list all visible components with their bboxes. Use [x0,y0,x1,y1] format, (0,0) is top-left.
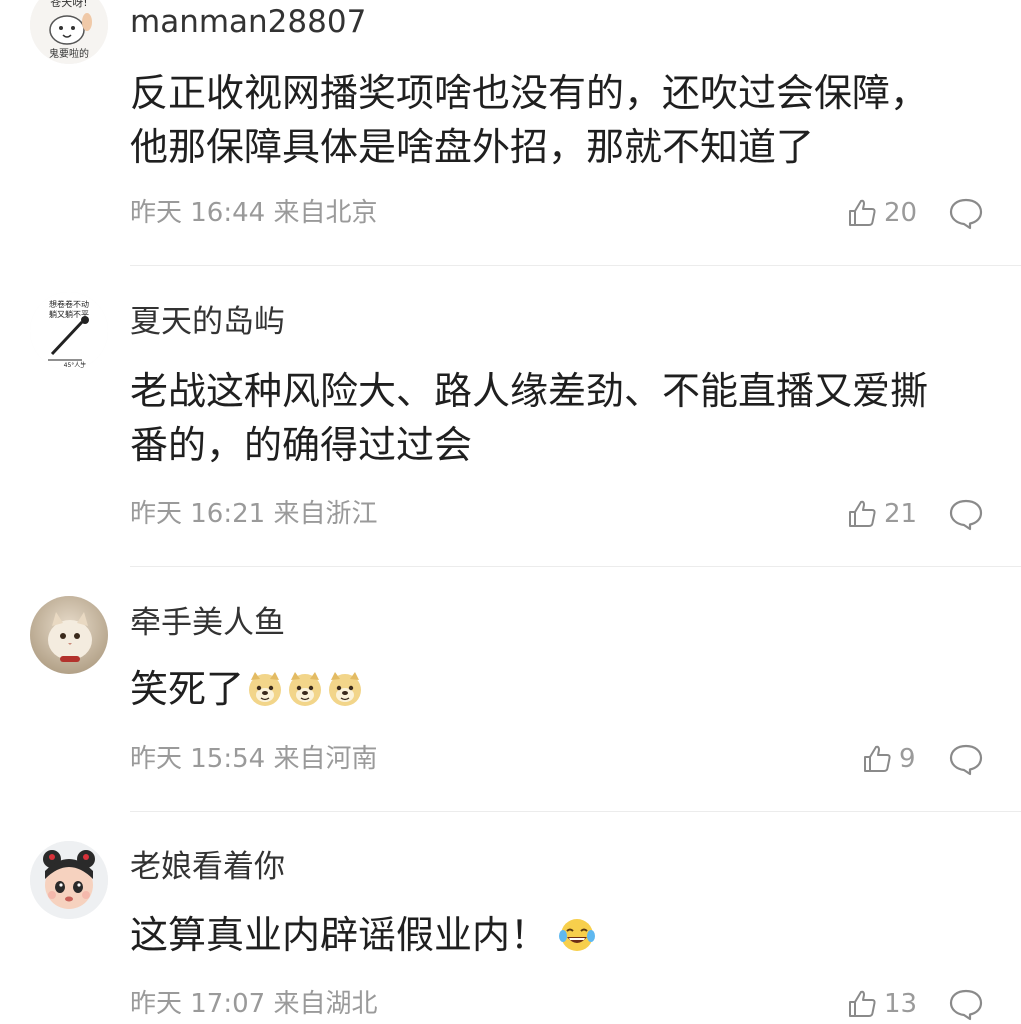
comment-text-line: 番的，的确得过过会 [130,423,473,467]
cartoon-girl-avatar-icon [30,841,108,919]
username[interactable]: 夏天的岛屿 [130,302,285,342]
like-button[interactable]: 21 [846,494,917,534]
like-button[interactable]: 20 [846,193,917,233]
divider [130,265,1021,266]
comment-list: 苍天呀! 鬼要啦的 manman28807 反正收视网播奖项啥也没有的，还吹过会… [0,0,1021,1024]
doge-emoji-icon [249,672,282,706]
reply-bubble-icon[interactable] [948,496,984,532]
comment-text-line: 笑死了 [130,662,970,716]
kitten-photo-avatar-icon [30,596,108,674]
thumbs-up-icon [849,199,876,226]
cartoon-cat-avatar-icon: 苍天呀! 鬼要啦的 [30,0,108,64]
like-count: 9 [899,744,916,774]
comment-text-segment: 这算真业内辟谣假业内！ [130,913,549,957]
like-count: 13 [884,989,918,1019]
comment-text-line: 这算真业内辟谣假业内！ [130,908,970,962]
svg-text:苍天呀!: 苍天呀! [50,0,87,9]
comment-meta: 昨天 17:07 来自湖北 [130,989,378,1019]
comment-text-line: 反正收视网播奖项啥也没有的，还吹过会保障， [130,71,929,115]
like-button[interactable]: 13 [846,984,917,1024]
doge-emoji-icon [329,672,362,706]
reply-bubble-icon[interactable] [948,195,984,231]
comment-meta: 昨天 16:44 来自北京 [130,198,378,228]
svg-text:鬼要啦的: 鬼要啦的 [49,47,89,60]
divider [130,566,1021,567]
username[interactable]: 牵手美人鱼 [130,603,285,643]
avatar[interactable] [30,596,108,674]
reply-bubble-icon[interactable] [948,741,984,777]
divider [130,811,1021,812]
like-count: 20 [884,198,918,228]
stick-figure-avatar-icon: 想卷卷不动 躺又躺不平 45°人生 [30,292,108,370]
avatar[interactable]: 想卷卷不动 躺又躺不平 45°人生 [30,292,108,370]
thumbs-up-icon [849,500,876,527]
avatar-text: 45°人生 [64,361,87,369]
reply-bubble-icon[interactable] [948,986,984,1022]
comment-meta: 昨天 16:21 来自浙江 [130,499,378,529]
avatar[interactable] [30,841,108,919]
username[interactable]: 老娘看着你 [130,847,285,887]
username[interactable]: manman28807 [130,2,366,42]
comment-text: 笑死了 [130,662,970,716]
comment-meta: 昨天 15:54 来自河南 [130,744,378,774]
thumbs-up-icon [864,745,891,772]
thumbs-up-icon [849,990,876,1017]
doge-emoji-icon [289,672,322,706]
comment-text-line: 老战这种风险大、路人缘差劲、不能直播又爱撕 [130,369,929,413]
comment-text: 老战这种风险大、路人缘差劲、不能直播又爱撕 番的，的确得过过会 [130,364,970,472]
comment-text-line: 他那保障具体是啥盘外招，那就不知道了 [130,125,815,169]
avatar-text: 想卷卷不动 [49,299,89,309]
comment-text-segment: 笑死了 [130,667,245,711]
comment-text: 这算真业内辟谣假业内！ [130,908,970,962]
comment-text: 反正收视网播奖项啥也没有的，还吹过会保障， 他那保障具体是啥盘外招，那就不知道了 [130,66,970,174]
avatar[interactable]: 苍天呀! 鬼要啦的 [30,0,108,64]
like-count: 21 [884,499,918,529]
laughing-tears-emoji-icon [559,919,596,951]
like-button[interactable]: 9 [861,739,916,779]
